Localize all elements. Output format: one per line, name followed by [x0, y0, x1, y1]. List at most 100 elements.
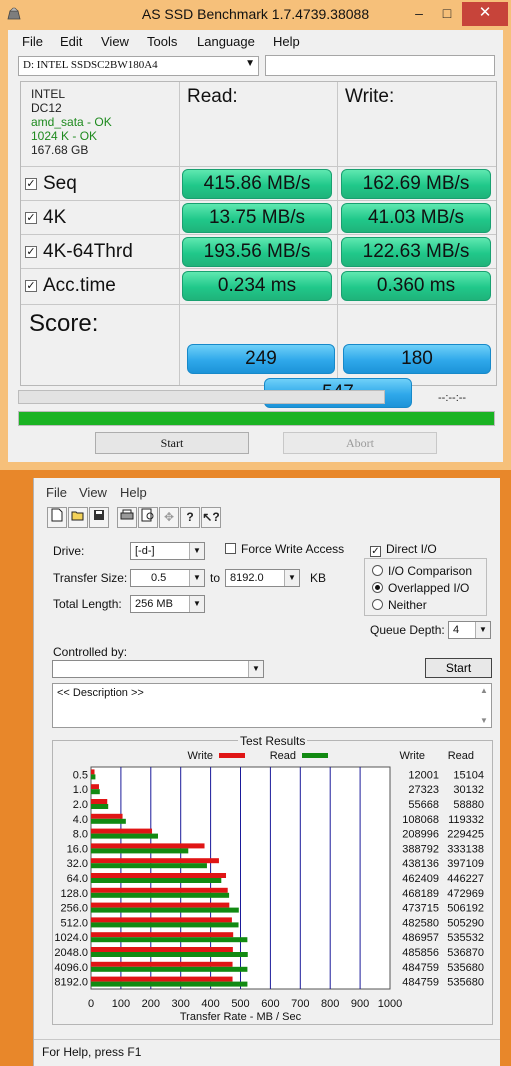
drive-combo[interactable]: [-d-] ▼: [130, 542, 205, 560]
print-preview-icon[interactable]: [138, 507, 158, 528]
drive-info: INTEL DC12 amd_sata - OK 1024 K - OK 167…: [31, 87, 112, 157]
read-bar: [91, 863, 207, 869]
move-icon[interactable]: ✥: [159, 507, 179, 528]
y-tick-label: 0.5: [73, 769, 88, 781]
queue-depth-combo[interactable]: 4 ▼: [448, 621, 491, 639]
write-bar: [91, 828, 153, 834]
total-length-combo[interactable]: 256 MB ▼: [130, 595, 205, 613]
4k-row-label[interactable]: ✓ 4K: [25, 207, 66, 229]
total-progress-bar: [18, 411, 495, 426]
read-value-label: 229425: [447, 829, 484, 841]
write-bar: [91, 843, 205, 849]
total-length-label: Total Length:: [53, 597, 122, 611]
y-tick-label: 8192.0: [54, 977, 88, 989]
direct-io-checkbox[interactable]: ✓: [370, 546, 381, 557]
read-value-label: 30132: [453, 784, 484, 796]
description-scrollbar[interactable]: ▲ ▼: [477, 684, 491, 727]
controlled-by-label: Controlled by:: [53, 645, 128, 659]
drive-capacity: 167.68 GB: [31, 143, 89, 157]
4k64-write-result: 122.63 MB/s: [341, 237, 491, 267]
write-value-label: 485856: [402, 947, 439, 959]
y-tick-label: 128.0: [60, 888, 88, 900]
4k-label: 4K: [43, 207, 67, 228]
seq-checkbox[interactable]: ✓: [25, 178, 37, 190]
read-value-label: 472969: [447, 888, 484, 900]
menu-tools[interactable]: Tools: [147, 34, 177, 49]
start-button[interactable]: Start: [425, 658, 492, 678]
4k-checkbox[interactable]: ✓: [25, 212, 37, 224]
menu-file[interactable]: File: [46, 485, 67, 500]
x-tick-label: 700: [291, 998, 309, 1010]
grid-divider: [21, 166, 496, 167]
drive-firmware: DC12: [31, 101, 62, 115]
legend-read-label: Read: [270, 750, 296, 762]
test-progress-bar: [18, 390, 385, 404]
read-bar: [91, 833, 158, 839]
context-help-icon[interactable]: ↖?: [201, 507, 221, 528]
x-tick-label: 800: [321, 998, 339, 1010]
y-tick-label: 4.0: [73, 814, 88, 826]
abort-button[interactable]: Abort: [283, 432, 437, 454]
direct-io-option[interactable]: ✓ Direct I/O: [370, 542, 437, 557]
write-bar: [91, 902, 230, 908]
transfer-from-combo[interactable]: 0.5 ▼: [130, 569, 205, 587]
menu-bar: File View Help: [34, 478, 501, 504]
read-bar: [91, 878, 222, 883]
write-bar: [91, 917, 232, 923]
write-value-label: 438136: [402, 858, 439, 870]
transfer-rate-chart: 0 100 200 300 400 500 600 700 800 900 1000 Transfer…: [54, 750, 484, 1023]
start-button[interactable]: Start: [95, 432, 249, 454]
score-label: Score:: [29, 310, 99, 337]
io-comparison-radio[interactable]: [372, 565, 383, 576]
4k64-checkbox[interactable]: ✓: [25, 246, 37, 258]
write-value-label: 108068: [402, 814, 439, 826]
menu-file[interactable]: File: [22, 34, 43, 49]
menu-help[interactable]: Help: [273, 34, 300, 49]
neither-radio[interactable]: [372, 599, 383, 610]
close-button[interactable]: ✕: [462, 2, 508, 26]
seq-row-label[interactable]: ✓ Seq: [25, 173, 77, 195]
io-comparison-option[interactable]: I/O Comparison: [372, 564, 472, 578]
read-value-label: 535680: [447, 962, 484, 974]
x-tick-label: 100: [112, 998, 130, 1010]
controlled-by-combo[interactable]: ▼: [52, 660, 264, 678]
neither-option[interactable]: Neither: [372, 598, 427, 612]
write-bar: [91, 961, 233, 967]
maximize-button[interactable]: □: [434, 2, 460, 26]
acctime-checkbox[interactable]: ✓: [25, 280, 37, 292]
menu-language[interactable]: Language: [197, 34, 255, 49]
chevron-down-icon: ▼: [245, 58, 255, 69]
menu-view[interactable]: View: [79, 485, 107, 500]
read-value-label: 446227: [447, 873, 484, 885]
overlapped-io-option[interactable]: Overlapped I/O: [372, 581, 469, 595]
title-bar[interactable]: AS SSD Benchmark 1.7.4739.38088 – □ ✕: [0, 0, 511, 30]
menu-view[interactable]: View: [101, 34, 129, 49]
menu-edit[interactable]: Edit: [60, 34, 82, 49]
new-icon[interactable]: [47, 507, 67, 528]
neither-label: Neither: [388, 598, 427, 612]
description-field[interactable]: << Description >> ▲ ▼: [52, 683, 492, 728]
overlapped-io-radio[interactable]: [372, 582, 383, 593]
help-icon[interactable]: ?: [180, 507, 200, 528]
acctime-row-label[interactable]: ✓ Acc.time: [25, 275, 116, 297]
print-icon[interactable]: [117, 507, 137, 528]
scroll-up-icon[interactable]: ▲: [480, 686, 488, 695]
scroll-down-icon[interactable]: ▼: [480, 716, 488, 725]
queue-depth-value: 4: [453, 624, 460, 636]
chevron-down-icon: ▼: [248, 661, 263, 677]
y-tick-label: 32.0: [67, 858, 88, 870]
transfer-to-combo[interactable]: 8192.0 ▼: [225, 569, 300, 587]
y-tick-label: 2048.0: [54, 947, 88, 959]
transfer-size-label: Transfer Size:: [53, 571, 128, 585]
as-ssd-client: File Edit View Tools Language Help D: IN…: [8, 30, 503, 462]
save-icon[interactable]: [89, 507, 109, 528]
4k64-row-label[interactable]: ✓ 4K-64Thrd: [25, 241, 133, 263]
chevron-down-icon: ▼: [189, 543, 204, 559]
minimize-button[interactable]: –: [406, 2, 432, 26]
menu-help[interactable]: Help: [120, 485, 147, 500]
drive-select[interactable]: D: INTEL SSDSC2BW180A4 ▼: [18, 56, 259, 76]
force-write-checkbox[interactable]: [225, 543, 236, 554]
drive-info-field[interactable]: [265, 55, 495, 76]
open-icon[interactable]: [68, 507, 88, 528]
force-write-option[interactable]: Force Write Access: [225, 542, 344, 556]
